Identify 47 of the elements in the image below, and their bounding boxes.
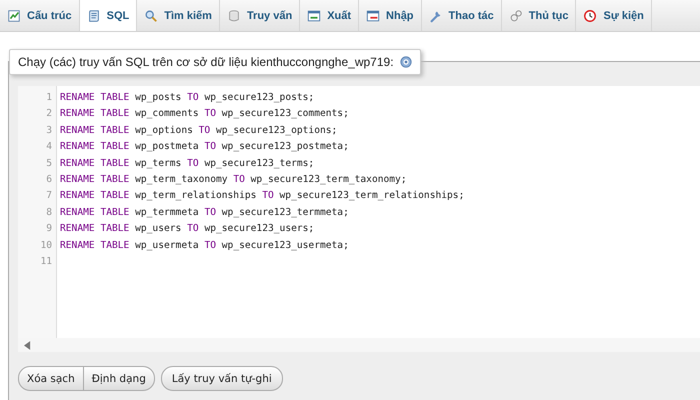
code-line: RENAME TABLE wp_posts TO wp_secure123_posts; (60, 92, 314, 103)
action-button[interactable]: Định dạng (84, 366, 155, 391)
line-number: 1 (45, 91, 53, 105)
clock-icon (583, 8, 598, 22)
export-window-icon (307, 8, 322, 22)
search-icon (144, 8, 158, 22)
line-number: 3 (45, 124, 53, 138)
action-button[interactable]: Xóa sạch (18, 366, 84, 391)
horizontal-scrollbar[interactable] (18, 338, 700, 352)
code-line: RENAME TABLE wp_termmeta TO wp_secure123_termmeta; (60, 206, 349, 218)
database-icon (226, 8, 241, 22)
line-number: 11 (39, 254, 53, 269)
scroll-icon (86, 9, 101, 23)
tab[interactable]: Nhập (359, 0, 422, 31)
line-number: 7 (45, 189, 53, 204)
line-number: 2 (45, 107, 53, 122)
line-number: 6 (45, 172, 53, 187)
scroll-left-icon[interactable] (24, 340, 31, 350)
line-number: 8 (45, 206, 53, 220)
sql-editor[interactable] (18, 86, 700, 352)
action-button[interactable]: Lấy truy vấn tự-ghi (160, 366, 283, 391)
code-line: RENAME TABLE wp_usermeta TO wp_secure123_usermeta; (60, 240, 349, 251)
line-number: 5 (45, 156, 53, 171)
code-line: RENAME TABLE wp_users TO wp_secure123_users; (60, 223, 314, 234)
line-number: 10 (39, 238, 53, 253)
legend-text: Chạy (các) truy vấn SQL trên cơ sở dữ liệu kienthuccongnghe_wp719: (18, 55, 394, 69)
tab[interactable]: Sự kiện (576, 0, 652, 31)
tab[interactable]: Thao tác (422, 0, 502, 31)
tab[interactable]: Cấu trúc (0, 0, 80, 31)
line-number: 4 (45, 140, 53, 154)
line-number: 9 (45, 222, 53, 236)
code-line: RENAME TABLE wp_postmeta TO wp_secure123_postmeta; (60, 141, 349, 152)
import-window-icon (366, 8, 380, 22)
tab[interactable]: Xuất (300, 0, 360, 31)
code-line: RENAME TABLE wp_comments TO wp_secure123_comments; (60, 108, 349, 120)
code-line: RENAME TABLE wp_terms TO wp_secure123_terms; (60, 158, 314, 169)
tab[interactable]: Truy vấn (220, 0, 300, 31)
wrench-icon (428, 8, 443, 22)
code-line: RENAME TABLE wp_options TO wp_secure123_options; (60, 124, 338, 136)
tab[interactable]: Tìm kiếm (137, 0, 220, 31)
tab[interactable]: Thủ tục (502, 0, 576, 31)
tab[interactable]: SQL (80, 0, 138, 31)
gears-icon (508, 8, 523, 22)
help-icon[interactable] (400, 56, 412, 68)
code-line: RENAME TABLE wp_term_taxonomy TO wp_secure123_term_taxonomy; (60, 174, 407, 185)
code-line: RENAME TABLE wp_term_relationships TO wp_secure123_term_relationships; (60, 190, 464, 202)
table-chart-icon (7, 8, 21, 22)
